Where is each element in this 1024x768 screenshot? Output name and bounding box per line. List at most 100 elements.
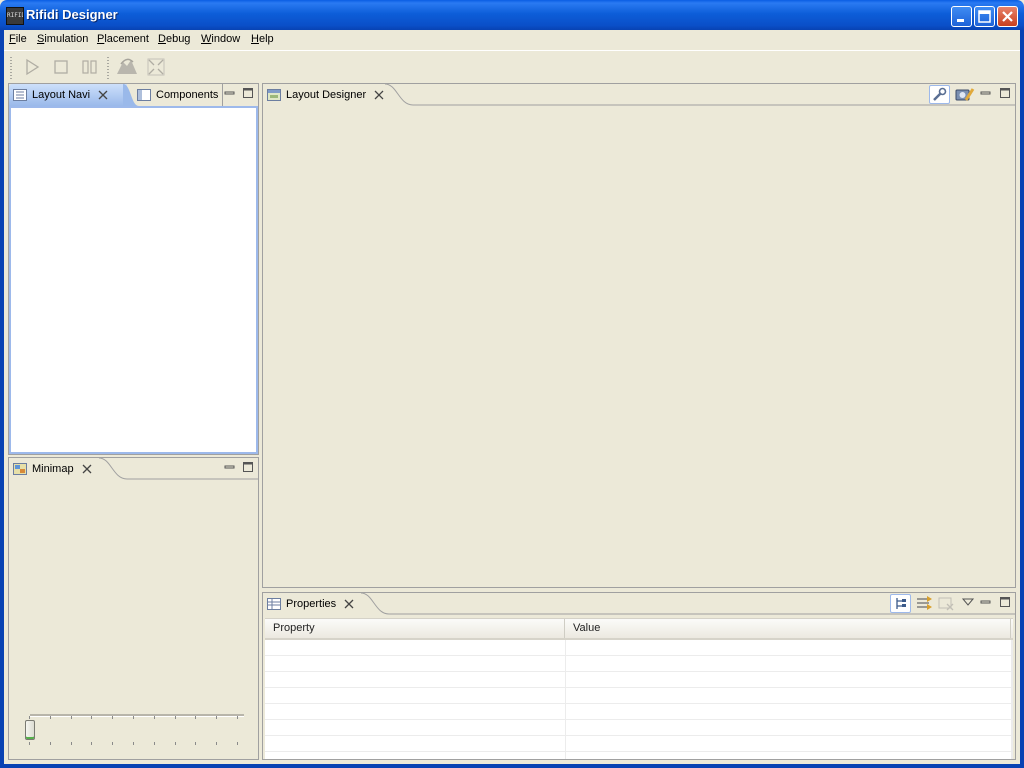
pause-icon (82, 60, 97, 74)
select-tool-button[interactable] (929, 85, 950, 104)
slider-tick (70, 742, 72, 745)
camera-pencil-icon (955, 88, 975, 101)
properties-table[interactable]: Property Value (265, 618, 1013, 759)
slider-tick (195, 716, 197, 719)
slider-tick (29, 742, 30, 745)
slider-tick (29, 716, 30, 719)
window-border-right (1020, 30, 1024, 768)
properties-icon (267, 598, 281, 610)
layout-designer-canvas[interactable] (263, 106, 1015, 587)
minimize-view-icon[interactable] (224, 87, 236, 99)
menu-placement[interactable]: Placement (97, 33, 149, 45)
zoom-slider-track[interactable] (30, 714, 244, 717)
play-button[interactable] (21, 56, 43, 78)
minimize-view-icon[interactable] (980, 596, 992, 608)
tab-outline (385, 84, 1015, 106)
slider-tick (112, 742, 114, 745)
window-border-left (0, 30, 4, 768)
slider-tick (133, 742, 134, 745)
menu-window[interactable]: Window (201, 33, 240, 45)
toolbar-separator (107, 57, 109, 79)
wrench-icon (933, 87, 947, 101)
maximize-view-icon[interactable] (242, 461, 254, 473)
table-row[interactable] (265, 736, 1013, 752)
rotate-icon (117, 58, 137, 74)
properties-panel: Properties Property Value (262, 592, 1016, 760)
table-row[interactable] (265, 720, 1013, 736)
close-tab-icon[interactable] (82, 464, 92, 474)
slider-tick (112, 716, 114, 719)
designer-icon (267, 89, 281, 101)
minimize-view-icon[interactable] (224, 461, 236, 473)
maximize-button[interactable] (974, 6, 995, 27)
slider-tick (91, 742, 93, 745)
filter-arrows-icon (917, 596, 932, 610)
slider-tick (153, 742, 155, 745)
menu-file[interactable]: File (9, 33, 27, 45)
minimize-view-icon[interactable] (980, 87, 992, 99)
minimize-button[interactable] (951, 6, 972, 27)
play-icon (26, 58, 40, 76)
fullscreen-icon (147, 58, 165, 76)
menu-simulation[interactable]: Simulation (37, 33, 88, 45)
slider-tick (237, 742, 238, 745)
tab-layout-navi[interactable]: Layout Navi (9, 84, 127, 106)
table-row[interactable] (265, 656, 1013, 672)
close-button[interactable] (997, 6, 1018, 27)
table-row[interactable] (265, 704, 1013, 720)
app-logo-icon[interactable]: RIFIDI (6, 7, 24, 25)
table-row[interactable] (265, 640, 1013, 656)
tab-components[interactable]: Components (133, 84, 223, 106)
slider-tick (216, 716, 218, 719)
slider-tick (91, 716, 93, 719)
slider-tick (237, 716, 238, 719)
slider-tick (49, 742, 51, 745)
vertical-scroll-edge (1011, 640, 1013, 759)
zoom-slider-thumb[interactable] (25, 720, 35, 740)
menu-help[interactable]: Help (251, 33, 274, 45)
stop-icon (54, 60, 68, 74)
slider-tick (49, 716, 51, 719)
close-tab-icon[interactable] (98, 90, 108, 100)
table-row[interactable] (265, 688, 1013, 704)
tab-layout-designer[interactable]: Layout Designer (263, 84, 391, 106)
slider-tick (174, 742, 176, 745)
view-menu-icon[interactable] (962, 596, 974, 608)
slider-tick (216, 742, 218, 745)
designer-tab-row: Layout Designer (263, 84, 1015, 106)
list-icon (13, 89, 27, 101)
camera-tool-button[interactable] (954, 85, 975, 104)
fullscreen-button[interactable] (145, 56, 167, 78)
minimap-icon (13, 463, 27, 475)
maximize-view-icon[interactable] (242, 87, 254, 99)
toolbar (4, 51, 1020, 81)
show-advanced-button[interactable] (914, 594, 935, 613)
tab-properties[interactable]: Properties (263, 593, 367, 615)
close-tab-icon[interactable] (344, 599, 354, 609)
menu-debug[interactable]: Debug (158, 33, 190, 45)
restore-default-button[interactable] (936, 594, 957, 613)
table-row[interactable] (265, 672, 1013, 688)
toolbar-grip[interactable] (10, 57, 12, 79)
maximize-icon (978, 10, 991, 23)
stop-button[interactable] (50, 56, 72, 78)
minimize-icon (957, 19, 964, 22)
title-bar[interactable] (0, 0, 1024, 30)
close-tab-icon[interactable] (374, 90, 384, 100)
slider-tick (153, 716, 155, 719)
window-title: Rifidi Designer (26, 7, 118, 22)
navigator-panel: Layout Navi Components (8, 83, 259, 455)
pause-button[interactable] (79, 56, 101, 78)
show-categories-button[interactable] (890, 594, 911, 613)
window-border-bottom (0, 764, 1024, 768)
column-header-property[interactable]: Property (265, 619, 565, 638)
rotate-button[interactable] (115, 56, 137, 78)
menu-bar: File Simulation Placement Debug Window H… (4, 30, 1020, 51)
navigator-tab-row: Layout Navi Components (9, 84, 258, 107)
tab-minimap[interactable]: Minimap (9, 458, 104, 480)
column-header-value[interactable]: Value (565, 619, 1011, 638)
restore-default-icon (938, 597, 954, 611)
maximize-view-icon[interactable] (999, 596, 1011, 608)
layout-navi-tree[interactable] (9, 106, 258, 454)
maximize-view-icon[interactable] (999, 87, 1011, 99)
